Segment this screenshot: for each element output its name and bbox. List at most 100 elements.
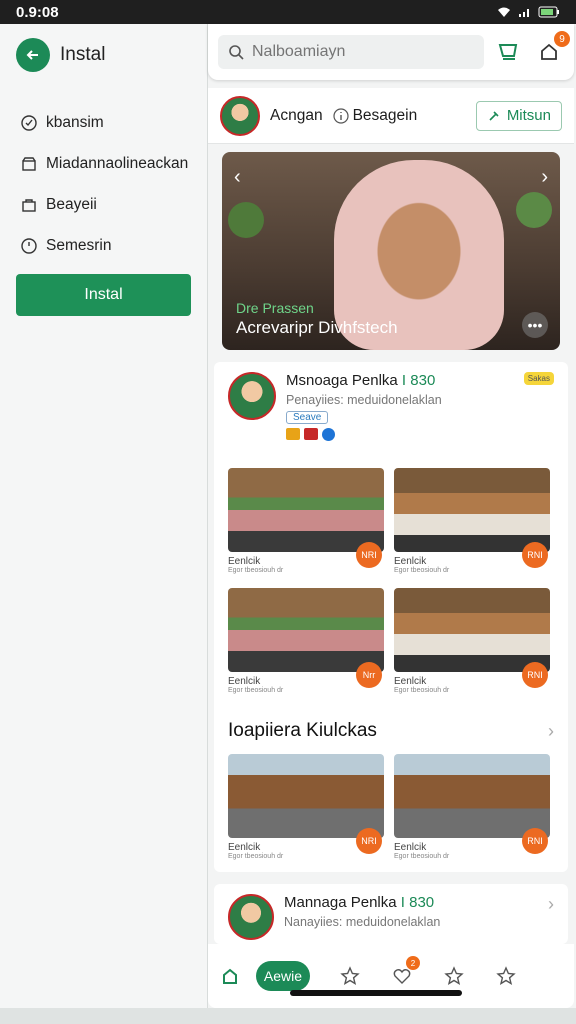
photo-caption: Egor tbeosiouh dr (394, 853, 450, 860)
back-button[interactable] (16, 38, 50, 72)
post-meta: Msnoaga Penlka I 830 Penayiies: meduidon… (286, 372, 442, 441)
photo-count-badge: NRI (356, 828, 382, 854)
favorites-tab[interactable] (338, 964, 362, 988)
clock-icon (20, 237, 38, 255)
photo-count-badge: NRI (356, 542, 382, 568)
post-author: Msnoaga Penlka I 830 (286, 372, 442, 389)
drawer-item-miadannaolineackan[interactable]: Miadannaolineackan (0, 143, 207, 184)
main-panel: 9 Acngan Besagein Mitsun ‹ › Dre Prassen (208, 24, 576, 1008)
photo-tile[interactable]: Eenlcik Egor tbeosiouh dr RNI (394, 754, 550, 864)
bag-icon (20, 196, 38, 214)
chevron-right-icon[interactable]: › (541, 166, 548, 189)
drawer-item-label: kbansim (46, 113, 104, 131)
photo-tile[interactable]: Eenlcik Egor tbeosiouh dr NRI (228, 468, 384, 578)
saved-tab[interactable] (494, 964, 518, 988)
photo-tile[interactable]: Eenlcik Egor tbeosiouh dr RNI (394, 468, 550, 578)
likes-tab[interactable]: 2 (390, 956, 420, 988)
more-dots-icon: ••• (527, 317, 543, 333)
hero-banner[interactable]: ‹ › Dre Prassen Acrevaripr Divhfstech ••… (222, 152, 560, 350)
star-icon (496, 966, 516, 985)
post-subtitle: Penayiies: meduidonelaklan (286, 393, 442, 407)
pin-icon (489, 110, 499, 121)
battery-icon (538, 6, 559, 18)
save-tag[interactable]: Seave (286, 411, 329, 424)
drawer-item-label: Semesrin (46, 236, 112, 254)
photo-caption: Egor tbeosiouh dr (394, 687, 450, 694)
active-tab[interactable]: Aewie (256, 961, 310, 991)
status-badge: Sakas (523, 372, 554, 385)
follow-label: Mitsun (506, 107, 551, 124)
hero-title: Acrevaripr Divhfstech (236, 318, 398, 337)
section-header[interactable]: Ioapiiera Kiulckas › (228, 720, 554, 742)
verified-icon (322, 428, 335, 441)
install-button[interactable]: Instal (16, 274, 191, 316)
photo-count-badge: RNI (522, 542, 548, 568)
chevron-right-icon[interactable]: › (548, 894, 554, 934)
cart-icon (498, 44, 518, 60)
post-meta: Mannaga Penlka I 830 Nanayiies: meduidon… (284, 894, 440, 934)
chevron-left-icon[interactable]: ‹ (234, 166, 241, 189)
profile-row: Acngan Besagein Mitsun (208, 88, 574, 144)
photo-image (228, 468, 384, 552)
search-bar: 9 (208, 24, 574, 80)
home-tab[interactable] (218, 964, 242, 988)
photo-caption: Egor tbeosiouh dr (228, 687, 284, 694)
notification-badge: 9 (554, 31, 570, 47)
home-indicator (290, 990, 462, 996)
drawer-header: Instal (0, 24, 207, 86)
post-author-number: I 830 (400, 894, 435, 911)
follow-button[interactable]: Mitsun (475, 100, 562, 131)
post-author-number: I 830 (401, 372, 436, 389)
search-field[interactable] (218, 35, 484, 69)
badge-icon (304, 428, 318, 440)
hero-plant (228, 202, 264, 238)
starred-tab[interactable] (442, 964, 466, 988)
drawer-item-label: Beayeii (46, 195, 97, 213)
notifications-button[interactable]: 9 (534, 31, 570, 67)
drawer-title: Instal (60, 44, 106, 65)
storefront-icon (20, 155, 38, 173)
photo-tile[interactable]: Eenlcik Egor tbeosiouh dr RNI (394, 588, 550, 698)
photo-count-badge: RNI (522, 828, 548, 854)
system-icons (496, 6, 560, 18)
cart-button[interactable] (494, 37, 524, 67)
search-icon (229, 45, 244, 60)
status-time: 0.9:08 (16, 3, 59, 21)
photo-tile[interactable]: Eenlcik Egor tbeosiouh dr Nrr (228, 588, 384, 698)
photo-caption: Egor tbeosiouh dr (228, 567, 284, 574)
post-author-name: Msnoaga Penlka (286, 372, 398, 389)
navigation-drawer: Instal kbansim Miadannaolineackan Beayei… (0, 24, 208, 1008)
badge-icon (286, 428, 300, 440)
avatar[interactable] (220, 95, 260, 136)
post-author: Mannaga Penlka I 830 (284, 894, 440, 911)
bottom-navigation: Aewie 2 (208, 944, 574, 1008)
post-card: Mannaga Penlka I 830 Nanayiies: meduidon… (214, 884, 568, 944)
photo-image (394, 468, 550, 552)
drawer-item-kbansim[interactable]: kbansim (0, 102, 207, 143)
profile-name: Acngan (270, 106, 323, 124)
hero-subtitle: Dre Prassen (236, 300, 314, 316)
drawer-item-semesrin[interactable]: Semesrin (0, 225, 207, 266)
star-icon (340, 966, 360, 985)
profile-sub: Besagein (332, 106, 418, 125)
hero-plant (516, 192, 552, 228)
drawer-list: kbansim Miadannaolineackan Beayeii Semes… (0, 102, 207, 266)
post-card: Msnoaga Penlka I 830 Penayiies: meduidon… (214, 362, 568, 872)
avatar[interactable] (228, 894, 274, 940)
drawer-item-beayeii[interactable]: Beayeii (0, 184, 207, 225)
info-circle-icon (332, 107, 349, 124)
hero-caption: Dre Prassen Acrevaripr Divhfstech (236, 300, 398, 338)
photo-count-badge: RNI (522, 662, 548, 688)
post-header: Msnoaga Penlka I 830 Penayiies: meduidon… (228, 372, 554, 456)
search-input[interactable] (252, 43, 452, 61)
post-subtitle: Nanayiies: meduidonelaklan (284, 915, 441, 929)
check-circle-icon (20, 114, 38, 132)
more-options-button[interactable]: ••• (522, 312, 548, 338)
chip-row (286, 428, 442, 441)
post-author-name: Mannaga Penlka (284, 894, 397, 911)
photo-image (228, 588, 384, 672)
profile-sub-label: Besagein (352, 106, 418, 124)
photo-caption: Egor tbeosiouh dr (394, 567, 450, 574)
avatar[interactable] (228, 372, 276, 420)
photo-tile[interactable]: Eenlcik Egor tbeosiouh dr NRI (228, 754, 384, 864)
